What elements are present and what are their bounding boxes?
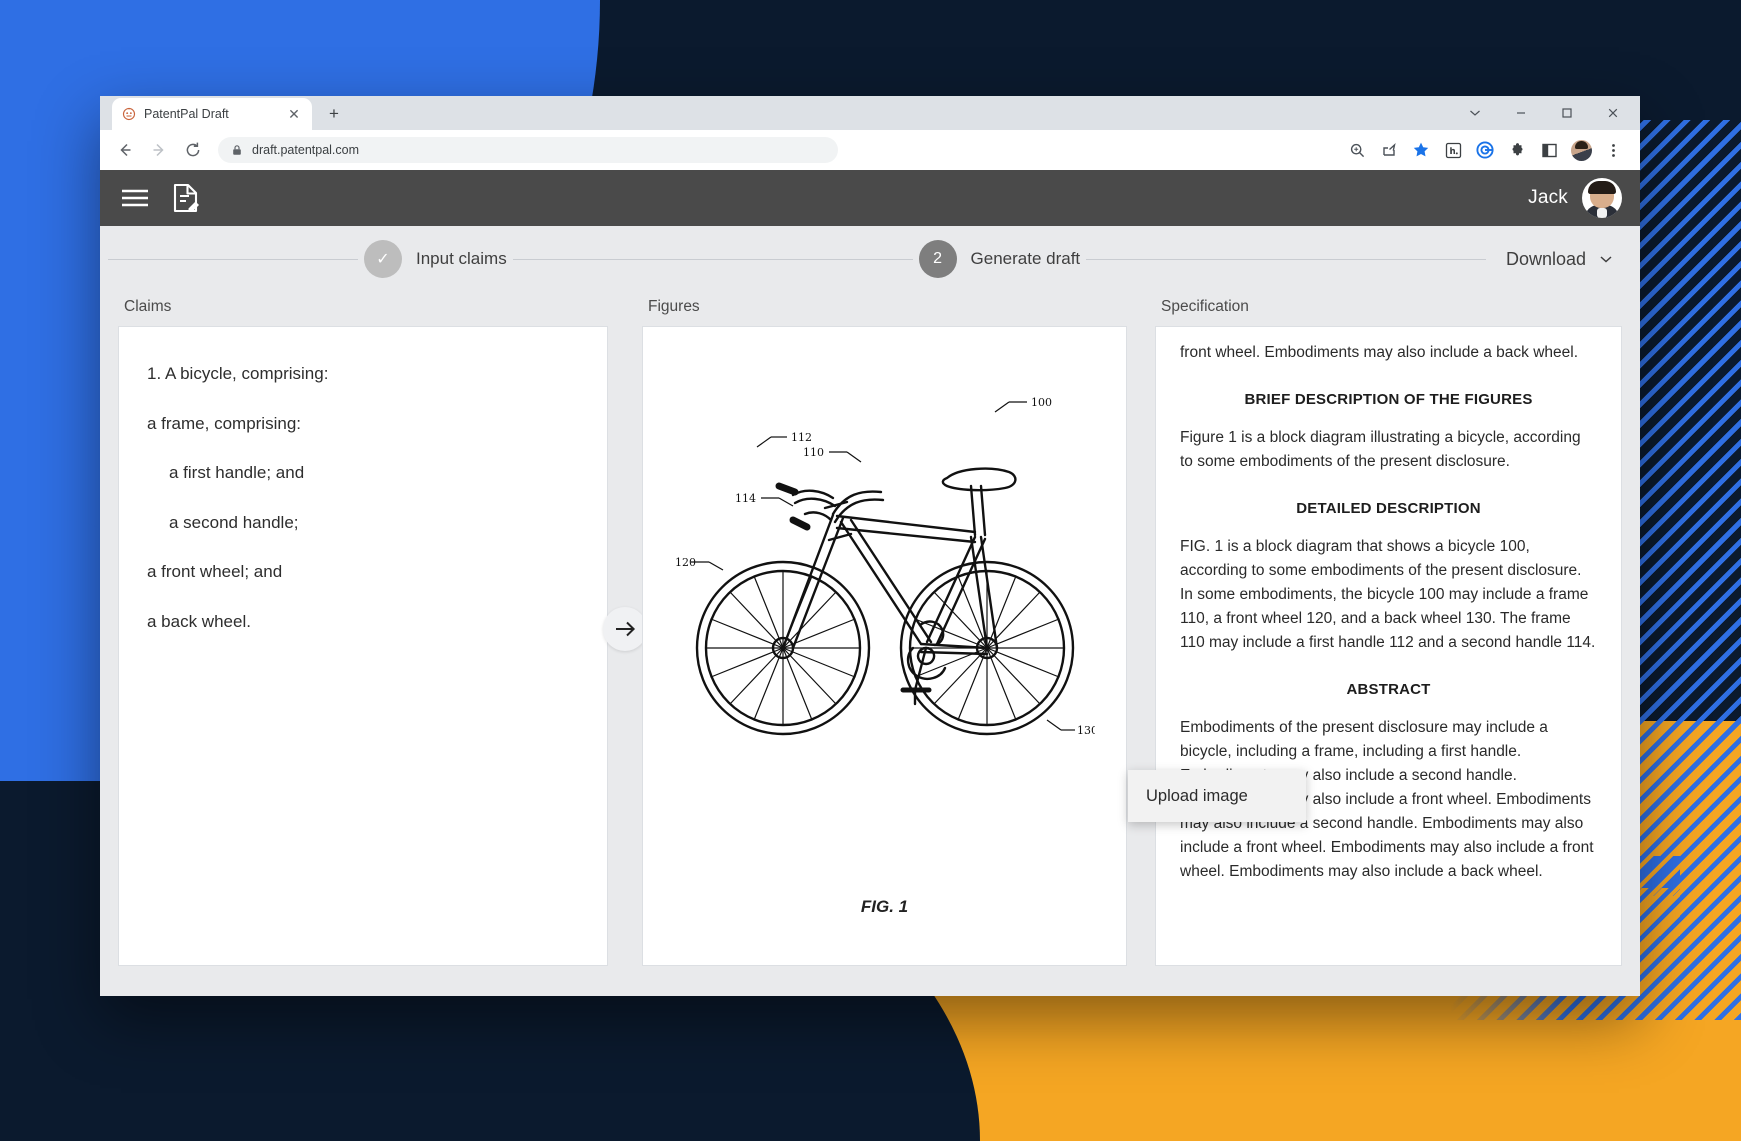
download-button[interactable]: Download (1486, 249, 1614, 270)
bookmark-star-icon[interactable] (1406, 135, 1436, 165)
profile-avatar-icon[interactable] (1566, 135, 1596, 165)
app-header: Jack (100, 170, 1640, 226)
step-1-label: Input claims (416, 249, 507, 268)
patentpal-favicon-icon (122, 107, 136, 121)
browser-action-icons (1342, 135, 1630, 165)
stepper-rail-end (1086, 258, 1486, 260)
stepper-rail-start (108, 258, 358, 260)
specification-panel: Specification front wheel. Embodiments m… (1155, 292, 1622, 966)
panel-gap (1127, 292, 1155, 966)
spec-paragraph: Figure 1 is a block diagram illustrating… (1180, 429, 1581, 471)
claim-line: 1. A bicycle, comprising: (147, 364, 329, 383)
browser-menu-icon[interactable] (1598, 135, 1628, 165)
claims-body: 1. A bicycle, comprising: a frame, compr… (119, 327, 607, 692)
document-edit-icon[interactable] (172, 183, 200, 213)
ref-numeral-120: 120 (675, 556, 696, 569)
claim-line: a first handle; and (169, 463, 305, 482)
window-controls (1452, 96, 1640, 130)
hypothesis-extension-icon[interactable] (1438, 135, 1468, 165)
figures-panel: Figures 100 112 114 110 120 13 FIG. 1 (642, 292, 1127, 966)
chevron-down-icon (1600, 256, 1612, 263)
generate-arrow-button[interactable] (603, 607, 647, 651)
target-extension-icon[interactable] (1470, 135, 1500, 165)
lock-icon (233, 145, 241, 155)
workflow-stepper: ✓ Input claims 2 Generate draft Download (100, 226, 1640, 292)
specification-heading: Specification (1161, 298, 1249, 315)
step-1-badge: ✓ (364, 240, 402, 278)
arrow-right-icon (616, 621, 636, 637)
spec-section-heading: ABSTRACT (1346, 681, 1431, 699)
ref-numeral-110: 110 (803, 446, 824, 459)
spec-paragraph: FIG. 1 is a block diagram that shows a b… (1180, 538, 1596, 652)
specification-body: front wheel. Embodiments may also includ… (1156, 327, 1621, 928)
tab-title: PatentPal Draft (144, 107, 229, 121)
split-pane-icon[interactable] (1534, 135, 1564, 165)
spec-paragraph: front wheel. Embodiments may also includ… (1180, 344, 1579, 361)
figures-heading: Figures (648, 298, 700, 315)
tab-strip: PatentPal Draft ✕ + (100, 96, 1640, 130)
step-generate-draft[interactable]: 2 Generate draft (913, 240, 1087, 278)
zoom-search-icon[interactable] (1342, 135, 1372, 165)
share-icon[interactable] (1374, 135, 1404, 165)
figures-card[interactable]: 100 112 114 110 120 130 FIG. 1 (642, 326, 1127, 966)
back-arrow-icon[interactable] (110, 135, 140, 165)
claim-line: a frame, comprising: (147, 413, 301, 433)
tab-close-icon[interactable]: ✕ (286, 106, 302, 122)
hamburger-menu-icon[interactable] (120, 187, 150, 209)
ref-numeral-130: 130 (1077, 724, 1095, 737)
user-name: Jack (1528, 187, 1568, 208)
avatar[interactable] (1582, 178, 1622, 218)
ref-numeral-112: 112 (791, 431, 812, 444)
claims-heading: Claims (124, 298, 172, 315)
reload-icon[interactable] (178, 135, 208, 165)
spec-section-heading: BRIEF DESCRIPTION OF THE FIGURES (1244, 391, 1533, 409)
new-tab-button[interactable]: + (320, 100, 348, 128)
user-account[interactable]: Jack (1528, 178, 1622, 218)
claims-panel: Claims 1. A bicycle, comprising: a frame… (118, 292, 608, 966)
extensions-puzzle-icon[interactable] (1502, 135, 1532, 165)
claims-card[interactable]: 1. A bicycle, comprising: a frame, compr… (118, 326, 608, 966)
figure-body: 100 112 114 110 120 130 FIG. 1 (643, 327, 1126, 965)
maximize-icon[interactable] (1544, 96, 1590, 130)
step-2-badge: 2 (918, 240, 957, 278)
claim-line: a second handle; (169, 512, 299, 532)
ref-numeral-100: 100 (1031, 396, 1052, 409)
claim-line: a front wheel; and (147, 562, 283, 581)
address-bar[interactable]: draft.patentpal.com (218, 137, 838, 163)
forward-arrow-icon[interactable] (144, 135, 174, 165)
browser-window: PatentPal Draft ✕ + draft.patentpal.com … (100, 96, 1640, 996)
workspace-panels: Claims 1. A bicycle, comprising: a frame… (100, 292, 1640, 996)
bicycle-figure: 100 112 114 110 120 130 (675, 396, 1095, 737)
address-bar-url: draft.patentpal.com (252, 143, 360, 157)
step-2-label: Generate draft (970, 249, 1081, 268)
transfer-gap (603, 292, 647, 966)
minimize-icon[interactable] (1498, 96, 1544, 130)
step-input-claims[interactable]: ✓ Input claims (358, 240, 513, 278)
upload-image-menu-item[interactable]: Upload image (1128, 770, 1306, 822)
browser-tab[interactable]: PatentPal Draft ✕ (112, 98, 312, 130)
figure-caption: FIG. 1 (860, 896, 909, 916)
download-label: Download (1505, 248, 1587, 269)
spec-section-heading: DETAILED DESCRIPTION (1296, 500, 1481, 518)
ref-numeral-114: 114 (735, 492, 756, 505)
close-icon[interactable] (1590, 96, 1636, 130)
patentpal-app: Jack ✓ Input claims 2 Generate draft Dow… (100, 170, 1640, 996)
claim-line: a back wheel. (147, 611, 251, 631)
chevron-down-icon[interactable] (1452, 96, 1498, 130)
stepper-rail-middle (512, 258, 913, 260)
specification-card[interactable]: front wheel. Embodiments may also includ… (1155, 326, 1622, 966)
browser-toolbar: draft.patentpal.com (100, 130, 1640, 170)
